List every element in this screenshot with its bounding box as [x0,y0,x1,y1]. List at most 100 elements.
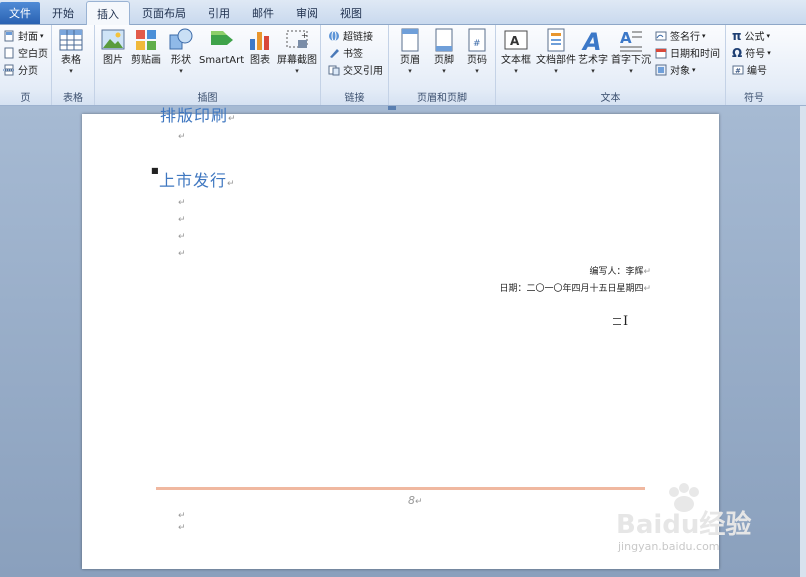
textbox-button[interactable]: A 文本框 ▾ [501,27,531,75]
cover-page-button[interactable]: 封面 ▾ [3,28,44,43]
tables-group: 表格 ▾ 表格 [52,25,95,105]
signature-line-icon [655,31,667,40]
svg-text:+: + [301,31,308,40]
tab-home[interactable]: 开始 [42,2,84,24]
svg-text:A: A [581,28,602,53]
paragraph-mark: ↵ [178,132,186,142]
chart-button[interactable]: 图表 [247,27,273,67]
object-button[interactable]: 对象 ▾ [655,62,696,77]
svg-text:#: # [735,67,741,75]
bookmark-icon [330,48,339,58]
calendar-icon [655,48,667,58]
pi-icon: π [732,28,742,43]
tab-references[interactable]: 引用 [198,2,240,24]
chart-icon [250,32,269,50]
drop-cap-button[interactable]: A 首字下沉 ▾ [611,27,651,75]
ruler-indent-marker[interactable] [388,106,396,110]
page-break-icon [3,64,15,75]
header-footer-group-label: 页眉和页脚 [417,93,467,104]
footer-separator [156,487,645,490]
date-line[interactable]: 日期：二〇一〇年四月十五日星期四↵ [499,281,651,294]
footer-icon [435,28,453,52]
paragraph-mark: ↵ [178,232,186,242]
wordart-button[interactable]: A 艺术字 ▾ [578,27,608,75]
file-tab[interactable]: 文件 [0,2,40,24]
clipart-button[interactable]: 剪贴画 [131,27,161,67]
pages-group-label: 页 [20,93,31,104]
ibeam-cursor-icon: I [623,314,629,329]
tab-insert[interactable]: 插入 [86,1,130,25]
blank-page-button[interactable]: 空白页 [3,45,48,60]
header-button[interactable]: 页眉 ▾ [397,27,423,75]
hyperlink-icon [329,30,339,41]
tab-page-layout[interactable]: 页面布局 [132,2,196,24]
clipart-icon [136,30,156,50]
pages-group: 封面 ▾ 空白页 分页 页 [0,25,52,105]
text-align-marker [613,318,621,325]
header-icon [401,28,419,52]
heading-typesetting[interactable]: 排版印刷↵ [160,102,237,126]
table-dropdown-caret: ▾ [69,67,73,75]
blank-page-icon [4,47,14,58]
picture-button[interactable]: 图片 [100,27,126,67]
hyperlink-button[interactable]: 超链接 [328,28,373,43]
watermark-url: jingyan.baidu.com [618,540,720,553]
links-group-label: 链接 [344,93,365,104]
tables-group-label: 表格 [63,93,83,104]
links-group: 超链接 书签 交叉引用 链接 [321,25,389,105]
table-icon [59,29,83,51]
vertical-scrollbar[interactable] [800,106,806,577]
tab-review[interactable]: 审阅 [286,2,328,24]
heading-market-release[interactable]: 上市发行↵ [159,167,236,191]
cross-reference-icon [328,65,340,75]
signature-line-button[interactable]: 签名行 ▾ [655,28,706,43]
text-group-label: 文本 [600,93,621,104]
ribbon: 封面 ▾ 空白页 分页 页 表格 ▾ 表格 图片 剪贴画 形状 ▾ SmartA… [0,25,806,106]
bullet-icon: ■ [151,166,159,175]
numbering-icon: # [732,65,744,75]
date-time-button[interactable]: 日期和时间 [655,45,720,60]
wordart-icon: A [581,28,602,53]
tab-mailings[interactable]: 邮件 [242,2,284,24]
bookmark-button[interactable]: 书签 [328,45,363,60]
screenshot-icon: + [286,30,308,48]
watermark-brand: Baidu经验 [616,510,752,540]
svg-text:#: # [473,39,481,49]
tab-view[interactable]: 视图 [330,2,372,24]
picture-icon [101,29,125,50]
screenshot-button[interactable]: + 屏幕截图 ▾ [277,27,317,75]
page-break-button[interactable]: 分页 [3,62,38,77]
symbols-group-label: 符号 [744,93,764,104]
table-button[interactable]: 表格 ▾ [58,27,84,75]
drop-cap-icon: A [620,29,642,52]
quick-parts-button[interactable]: 文档部件 ▾ [536,27,576,75]
paragraph-mark: ↵ [178,511,186,521]
page-number[interactable]: 8↵ [408,494,423,507]
cover-page-icon [4,30,14,41]
quick-parts-icon [547,28,565,52]
symbol-button[interactable]: Ω 符号 ▾ [732,45,771,61]
page-number-icon: # [468,28,486,52]
text-group: A 文本框 ▾ 文档部件 ▾ A 艺术字 ▾ A 首字下沉 ▾ 签名行 ▾ 日期和… [496,25,726,105]
paragraph-mark: ↵ [178,215,186,225]
footer-button[interactable]: 页脚 ▾ [431,27,457,75]
header-footer-group: 页眉 ▾ 页脚 ▾ # 页码 ▾ 页眉和页脚 [389,25,496,105]
paragraph-mark: ↵ [178,249,186,259]
omega-icon: Ω [732,45,743,60]
numbering-button[interactable]: # 编号 [732,62,767,77]
cross-reference-button[interactable]: 交叉引用 [328,62,383,77]
author-line[interactable]: 编写人：李辉↵ [589,264,651,277]
shapes-button[interactable]: 形状 ▾ [168,27,194,75]
smartart-button[interactable]: SmartArt [199,27,244,67]
textbox-icon: A [504,30,528,50]
smartart-icon [210,31,233,45]
baidu-watermark: Baidu经验 jingyan.baidu.com [616,483,766,560]
page-number-button[interactable]: # 页码 ▾ [464,27,490,75]
equation-button[interactable]: π 公式 ▾ [732,28,770,44]
illustrations-group: 图片 剪贴画 形状 ▾ SmartArt 图表 + 屏幕截图 ▾ 插图 [95,25,321,105]
ribbon-tab-bar: 文件 开始 插入 页面布局 引用 邮件 审阅 视图 [0,0,806,25]
paragraph-mark: ↵ [178,523,186,533]
svg-text:A: A [620,29,632,47]
paragraph-mark: ↵ [178,198,186,208]
shapes-icon [169,28,193,50]
